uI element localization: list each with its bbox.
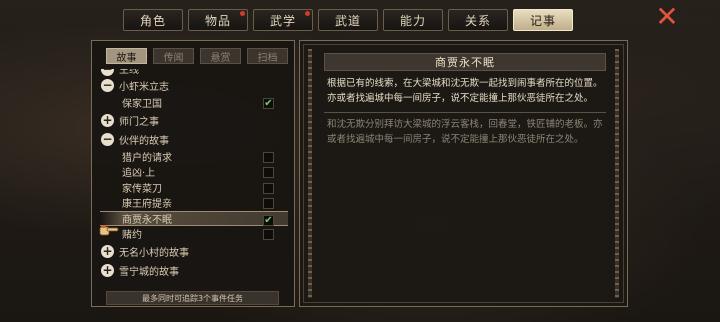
expand-plus-icon[interactable]: + [101, 263, 114, 277]
tab-label: 记事 [529, 13, 556, 28]
notification-dot-icon [305, 11, 310, 16]
tab-label: 武道 [334, 13, 361, 28]
tab-label: 能力 [399, 13, 426, 28]
tab-label: 物品 [204, 13, 231, 28]
section-label: 小虾米立志 [119, 82, 169, 93]
quest-label: 家传菜刀 [122, 183, 162, 195]
track-checkbox[interactable] [263, 229, 274, 240]
divider [324, 112, 606, 113]
quest-item[interactable]: 猎户的请求 [100, 149, 288, 165]
checkmark-icon: ✔ [264, 214, 273, 226]
quest-item[interactable]: 保家卫国 ✔ [100, 95, 288, 111]
sub-tab-story[interactable]: 故事 [106, 48, 147, 64]
checkmark-icon: ✔ [264, 98, 273, 109]
quest-label: 商贾永不眠 [122, 214, 172, 226]
quest-item[interactable]: 追凶·上 [100, 164, 288, 180]
quest-list[interactable]: − 主线 − 小虾米立志 保家卫国 ✔ + 师门之事 − 伙伴的故事 猎户的请求… [100, 69, 288, 289]
collapse-minus-icon[interactable]: − [101, 79, 114, 92]
quest-label: 康王府提亲 [122, 199, 172, 211]
tab-martial-arts[interactable]: 武学 [253, 9, 313, 31]
quest-title: 商贾永不眠 [324, 53, 606, 71]
track-checkbox[interactable] [263, 198, 274, 209]
expand-plus-icon[interactable]: + [101, 244, 114, 258]
section-label: 师门之事 [119, 116, 159, 128]
tab-abilities[interactable]: 能力 [383, 9, 443, 31]
tab-martial-way[interactable]: 武道 [318, 9, 378, 31]
quest-previous-description: 和沈无欺分别拜访大梁城的浮云客栈，回春堂，铁匠铺的老板。亦或者找遍城中每一间房子… [327, 119, 603, 145]
quest-label: 追凶·上 [122, 168, 156, 180]
quest-label: 猎户的请求 [122, 152, 172, 164]
track-checkbox[interactable]: ✔ [263, 98, 274, 109]
quest-label: 赌约 [122, 230, 142, 242]
quest-item-selected[interactable]: 商贾永不眠 ✔ [100, 210, 288, 226]
quest-item[interactable]: 康王府提亲 [100, 195, 288, 211]
track-limit-note: 最多同时可追踪3个事件任务 [106, 291, 279, 305]
quest-detail-panel: 商贾永不眠 根据已有的线索，在大梁城和沈无欺一起找到闹事者所在的位置。亦或者找遍… [299, 40, 628, 307]
track-checkbox[interactable]: ✔ [263, 214, 274, 226]
tab-label: 角色 [139, 13, 166, 28]
quest-current-description: 根据已有的线索，在大梁城和沈无欺一起找到闹事者所在的位置。亦或者找遍城中每一间房… [327, 78, 603, 104]
track-checkbox[interactable] [263, 151, 274, 163]
section-label: 雪宁城的故事 [119, 266, 179, 278]
quest-list-panel: 故事 传闻 悬赏 扫档 − 主线 − 小虾米立志 保家卫国 ✔ + 师门之事 −… [91, 40, 295, 307]
pointing-hand-icon [99, 225, 119, 236]
quest-item[interactable]: 家传菜刀 [100, 180, 288, 196]
notification-dot-icon [240, 11, 245, 16]
tab-label: 关系 [464, 13, 491, 28]
tab-character[interactable]: 角色 [123, 9, 183, 31]
quest-section[interactable]: + 雪宁城的故事 [100, 261, 288, 280]
section-label: 主线 [119, 69, 139, 76]
sub-tab-bounty[interactable]: 悬赏 [200, 48, 241, 64]
collapse-minus-icon[interactable]: − [101, 132, 114, 146]
track-checkbox[interactable] [263, 182, 274, 194]
collapse-minus-icon: − [101, 69, 114, 76]
panel-left-rail [308, 49, 312, 298]
close-icon[interactable]: ✕ [653, 3, 681, 31]
quest-label: 保家卫国 [122, 99, 162, 111]
track-checkbox[interactable] [263, 167, 274, 178]
journal-sub-tabs: 故事 传闻 悬赏 扫档 [106, 48, 288, 64]
section-label: 伙伴的故事 [119, 135, 169, 147]
quest-section[interactable]: + 无名小村的故事 [100, 242, 288, 261]
tab-journal[interactable]: 记事 [513, 9, 573, 31]
tab-label: 武学 [269, 13, 296, 28]
quest-section[interactable]: − 伙伴的故事 [100, 130, 288, 149]
quest-section-main[interactable]: − 主线 [100, 69, 288, 76]
quest-section[interactable]: − 小虾米立志 [100, 76, 288, 95]
top-tab-bar: 角色 物品 武学 武道 能力 关系 记事 [123, 9, 573, 31]
expand-plus-icon[interactable]: + [101, 113, 114, 127]
tab-items[interactable]: 物品 [188, 9, 248, 31]
tab-relations[interactable]: 关系 [448, 9, 508, 31]
panel-right-rail [615, 49, 619, 298]
section-label: 无名小村的故事 [119, 247, 189, 259]
sub-tab-rumors[interactable]: 传闻 [153, 48, 194, 64]
sub-tab-clear[interactable]: 扫档 [247, 48, 288, 64]
quest-section[interactable]: + 师门之事 [100, 111, 288, 130]
quest-item[interactable]: 赌约 [100, 226, 288, 242]
